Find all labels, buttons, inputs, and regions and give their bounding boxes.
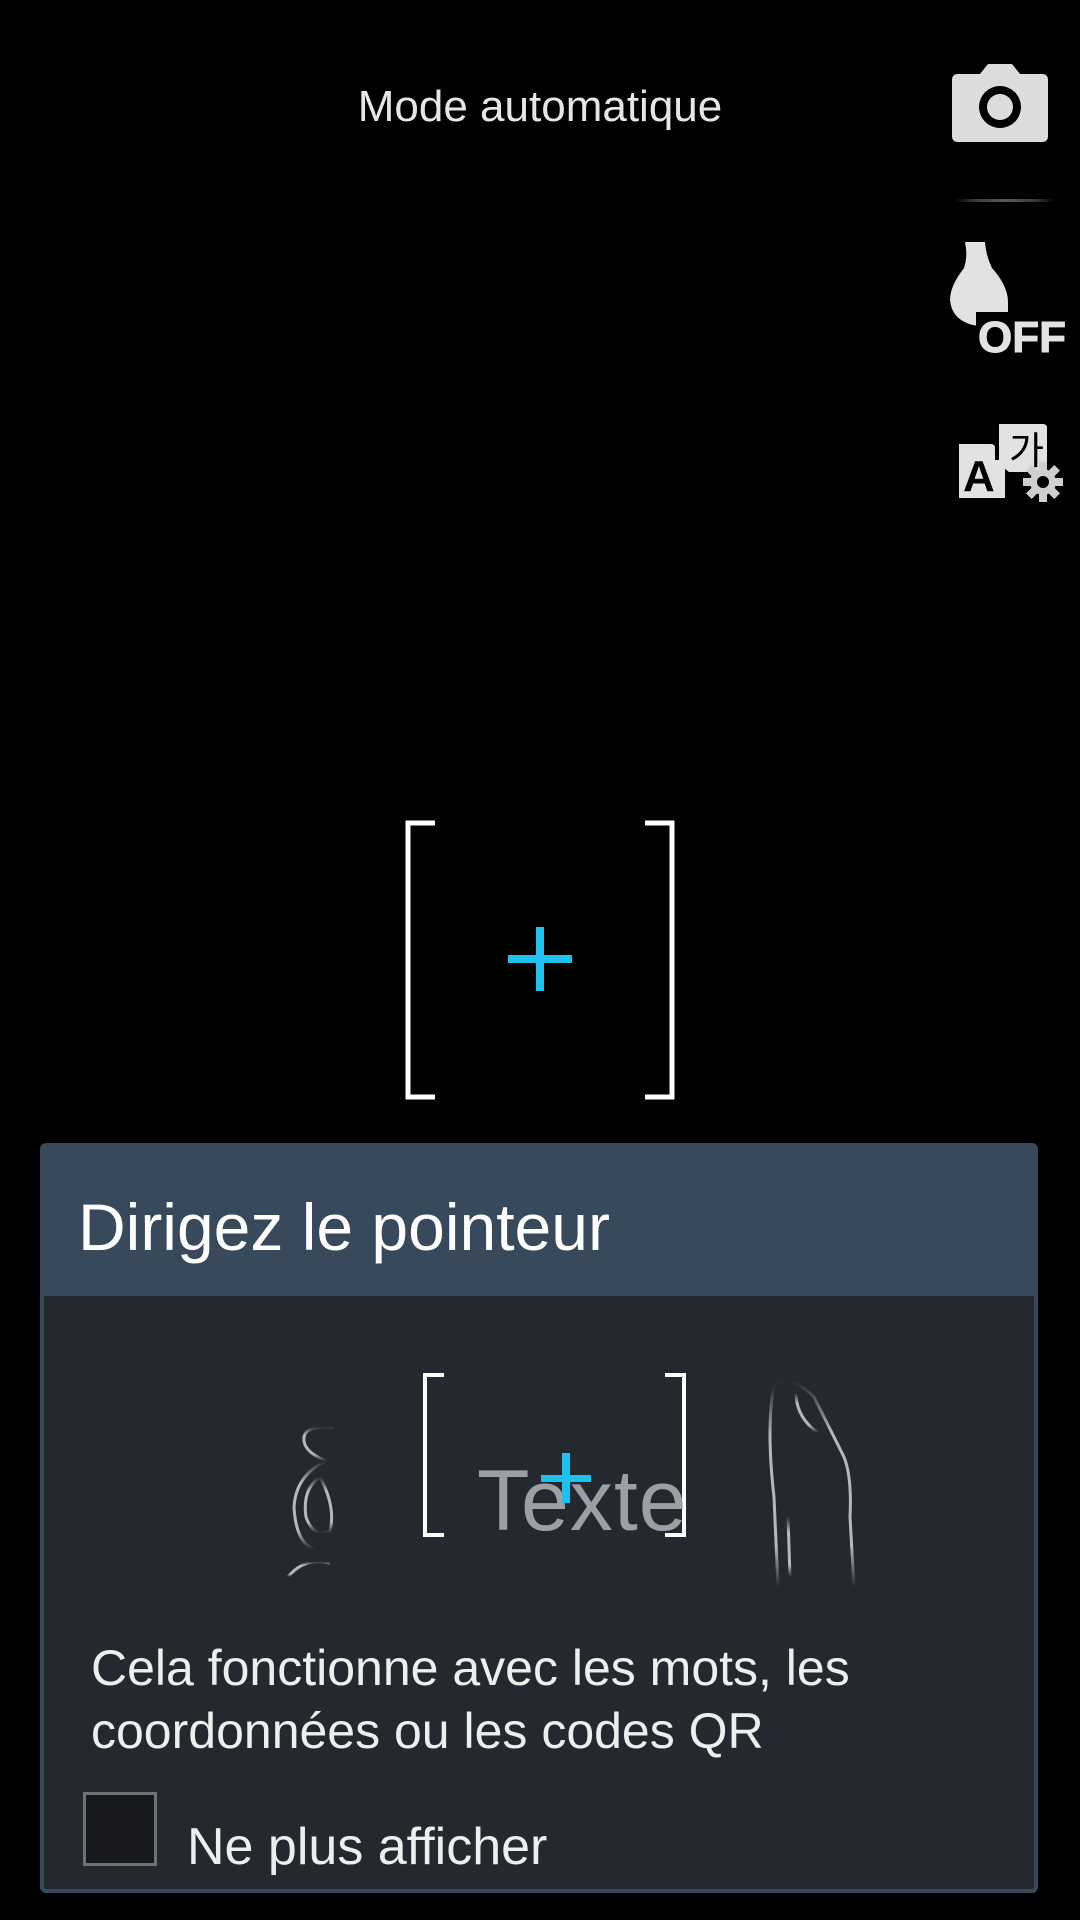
flash-off-icon: OFF xyxy=(950,242,1066,363)
focus-frame xyxy=(405,820,675,1100)
side-divider xyxy=(955,199,1055,202)
dont-show-again-checkbox[interactable] xyxy=(83,1792,157,1866)
dialog-description: Cela fonctionne avec les mots, les coord… xyxy=(91,1640,850,1759)
mode-title[interactable]: Mode automatique xyxy=(0,82,1080,132)
korean-glyph: 가 xyxy=(1009,429,1044,473)
flash-button[interactable]: OFF xyxy=(950,242,1066,363)
language-settings-button[interactable]: A 가 xyxy=(955,420,1070,510)
dont-show-again-label[interactable]: Ne plus afficher xyxy=(187,1817,547,1877)
camera-icon xyxy=(952,64,1048,142)
flash-state-text: OFF xyxy=(978,313,1065,358)
help-dialog: Dirigez le pointeur Texte Cela fonctionn… xyxy=(40,1143,1038,1893)
gear-icon xyxy=(1023,462,1063,502)
dialog-header: Dirigez le pointeur xyxy=(44,1147,1034,1296)
camera-button[interactable] xyxy=(950,62,1050,146)
pointer-crosshair-icon xyxy=(508,927,572,991)
camera-screen: Mode automatique OFF A 가 Dirigez le poin… xyxy=(0,0,1080,1920)
pointer-illustration: Texte xyxy=(284,1367,884,1597)
latin-glyph: A xyxy=(963,452,995,501)
dialog-title: Dirigez le pointeur xyxy=(78,1190,610,1264)
illustration-crosshair-icon xyxy=(541,1453,591,1503)
language-settings-icon: A 가 xyxy=(959,424,1063,502)
